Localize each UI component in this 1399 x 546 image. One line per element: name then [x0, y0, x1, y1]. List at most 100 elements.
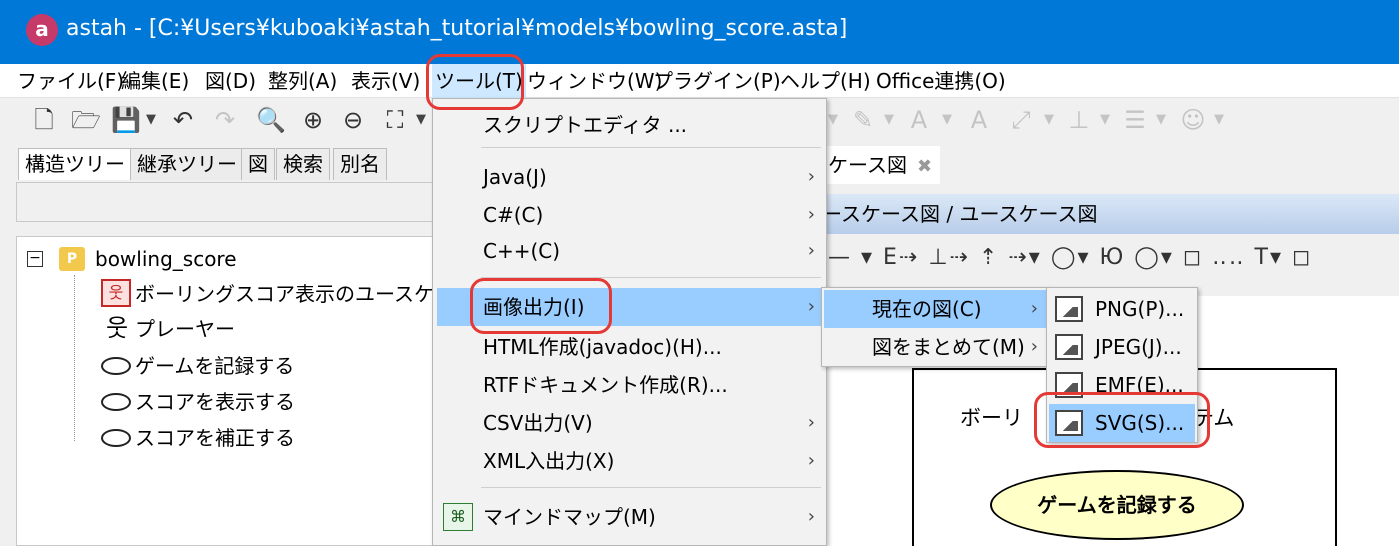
package-icon: P [59, 247, 85, 271]
stack-icon[interactable]: ☰ [1118, 104, 1152, 136]
menu-align[interactable]: 整列(A) [265, 64, 340, 98]
menu-item-label: XML入出力(X) [483, 449, 615, 473]
menu-help[interactable]: ヘルプ(H) [777, 64, 874, 98]
font-color-dropdown-icon[interactable]: ▼ [940, 104, 954, 136]
undo-icon[interactable]: ↶ [166, 104, 200, 136]
diagram-palette-toolbar[interactable]: — ▾ E⇢ ⊥⇢ ⇡ ⇢▾ ◯▾ Ю ◯▾ ◻ ‥‥ T▾ ◻ [800, 238, 1399, 278]
search-icon[interactable]: 🔍 [254, 104, 288, 136]
collapse-toggle-icon[interactable]: − [27, 251, 43, 267]
menu-item-xml[interactable]: XML入出力(X) › [437, 443, 823, 479]
menu-item-csv[interactable]: CSV出力(V) › [437, 405, 823, 441]
submenu-arrow-icon: › [807, 450, 815, 471]
usecase-ellipse[interactable]: ゲームを記録する [990, 470, 1244, 540]
close-icon[interactable]: ✖ [917, 156, 932, 177]
structure-tree: − P bowling_score 웃 ボーリングスコア表示のユースケー 웃 プ… [16, 236, 454, 546]
align-icon[interactable]: ⊥ [1062, 104, 1096, 136]
menu-item-script-editor[interactable]: スクリプトエディタ ... [437, 107, 823, 143]
menu-item-rtf[interactable]: RTFドキュメント作成(R)... [437, 367, 823, 403]
menu-bar: ファイル(F) 編集(E) 図(D) 整列(A) 表示(V) ツール(T) ウィ… [0, 64, 1399, 98]
tab-inheritance-tree[interactable]: 継承ツリー [130, 148, 244, 180]
menu-item-png[interactable]: PNG(P)... [1049, 290, 1195, 328]
menu-plugin[interactable]: プラグイン(P) [650, 64, 784, 98]
save-dropdown-icon[interactable]: ▼ [144, 104, 158, 136]
align-dropdown-icon[interactable]: ▼ [1098, 104, 1112, 136]
menu-item-label: PNG(P)... [1095, 297, 1185, 321]
zoom-out-icon[interactable]: ⊖ [336, 104, 370, 136]
redo-icon[interactable]: ↷ [208, 104, 242, 136]
menu-item-jpeg[interactable]: JPEG(J)... [1049, 328, 1195, 366]
astah-logo-icon: a [26, 14, 58, 46]
diagram-breadcrumb: ースケース図 / ユースケース図 [800, 194, 1399, 234]
menu-item-batch-diagrams[interactable]: 図をまとめて(M) › [824, 328, 1046, 366]
stack-dropdown-icon[interactable]: ▼ [1154, 104, 1168, 136]
menu-diagram[interactable]: 図(D) [202, 64, 259, 98]
actor-icon: 웃 [105, 314, 129, 342]
tree-item-usecase-correct[interactable]: スコアを補正する [101, 421, 295, 455]
tab-structure-tree[interactable]: 構造ツリー [18, 148, 132, 180]
tree-filter-box[interactable] [16, 182, 434, 222]
menu-window[interactable]: ウィンドウ(W) [524, 64, 665, 98]
tree-guide-line [74, 275, 75, 441]
menu-item-java[interactable]: Java(J) › [437, 159, 823, 195]
submenu-arrow-icon: › [1030, 336, 1038, 357]
zoom-dropdown-icon[interactable]: ▼ [414, 104, 428, 136]
submenu-arrow-icon: › [807, 412, 815, 433]
usecase-icon [101, 392, 131, 411]
tree-item-actor[interactable]: プレーヤー [135, 312, 235, 346]
tab-alias[interactable]: 別名 [333, 148, 387, 180]
menu-item-label: Java(J) [483, 165, 547, 189]
menu-item-current-diagram[interactable]: 現在の図(C) › [824, 290, 1046, 328]
menu-item-label: C#(C) [483, 203, 544, 227]
tree-item-usecase-record[interactable]: ゲームを記録する [101, 349, 294, 383]
callout-tool-menu [426, 54, 524, 110]
tab-diagram[interactable]: 図 [241, 148, 275, 180]
pen-dropdown-icon[interactable]: ▼ [882, 104, 896, 136]
pen-icon[interactable]: ✎ [846, 104, 880, 136]
tree-item-label: ゲームを記録する [135, 354, 295, 378]
menu-view[interactable]: 表示(V) [348, 64, 423, 98]
tree-root-package[interactable]: bowling_score [95, 242, 237, 276]
submenu-arrow-icon: › [807, 204, 815, 225]
menu-item-html[interactable]: HTML作成(javadoc)(H)... [437, 329, 823, 365]
save-icon[interactable]: 💾 [110, 104, 142, 136]
diagram-tab-label: ケース図 [828, 153, 907, 177]
menu-item-cpp[interactable]: C++(C) › [437, 233, 823, 269]
fit-window-icon[interactable]: ⛶ [378, 104, 412, 136]
window-title: astah - [C:¥Users¥kuboaki¥astah_tutorial… [66, 16, 848, 41]
emoji-dropdown-icon[interactable]: ▼ [1212, 104, 1226, 136]
menu-item-csharp[interactable]: C#(C) › [437, 197, 823, 233]
app-window: a astah - [C:¥Users¥kuboaki¥astah_tutori… [0, 0, 1399, 546]
line-dropdown-icon[interactable]: ▼ [1042, 104, 1056, 136]
image-file-icon [1055, 296, 1083, 322]
menu-edit[interactable]: 編集(E) [118, 64, 192, 98]
emoji-icon[interactable]: ☺ [1176, 104, 1210, 136]
new-file-icon[interactable]: 🗋 [28, 104, 60, 136]
font-color-icon[interactable]: A [902, 104, 936, 136]
submenu-arrow-icon: › [807, 296, 815, 317]
usecase-icon [101, 356, 131, 375]
callout-svg [1034, 392, 1210, 448]
system-title-head: ボーリ [960, 406, 1023, 430]
zoom-in-icon[interactable]: ⊕ [296, 104, 330, 136]
submenu-arrow-icon: › [807, 166, 815, 187]
image-export-submenu: 現在の図(C) › 図をまとめて(M) › [821, 287, 1049, 367]
submenu-arrow-icon: › [807, 240, 815, 261]
dropdown-icon[interactable]: ▼ [826, 104, 840, 136]
menu-item-label: 図をまとめて(M) [872, 335, 1025, 359]
menu-separator [481, 147, 821, 148]
tree-item-usecase-display[interactable]: スコアを表示する [101, 385, 295, 419]
tab-search[interactable]: 検索 [276, 148, 330, 180]
menu-office[interactable]: Office連携(O) [873, 64, 1009, 98]
menu-item-label: CSV出力(V) [483, 411, 593, 435]
tree-item-usecase-diagram[interactable]: ボーリングスコア表示のユースケー [135, 277, 454, 311]
callout-image-export [470, 278, 612, 334]
menu-item-mindmap[interactable]: ⌘ マインドマップ(M) › [437, 499, 823, 535]
usecase-diagram-icon: 웃 [101, 279, 131, 307]
image-file-icon [1055, 334, 1083, 360]
line-style-icon[interactable]: ⤢ [1004, 104, 1038, 136]
menu-file[interactable]: ファイル(F) [14, 64, 127, 98]
open-folder-icon[interactable]: 🗁 [68, 104, 104, 136]
submenu-arrow-icon: › [807, 506, 815, 527]
menu-item-label: C++(C) [483, 239, 561, 263]
font-size-icon[interactable]: A [962, 104, 996, 136]
